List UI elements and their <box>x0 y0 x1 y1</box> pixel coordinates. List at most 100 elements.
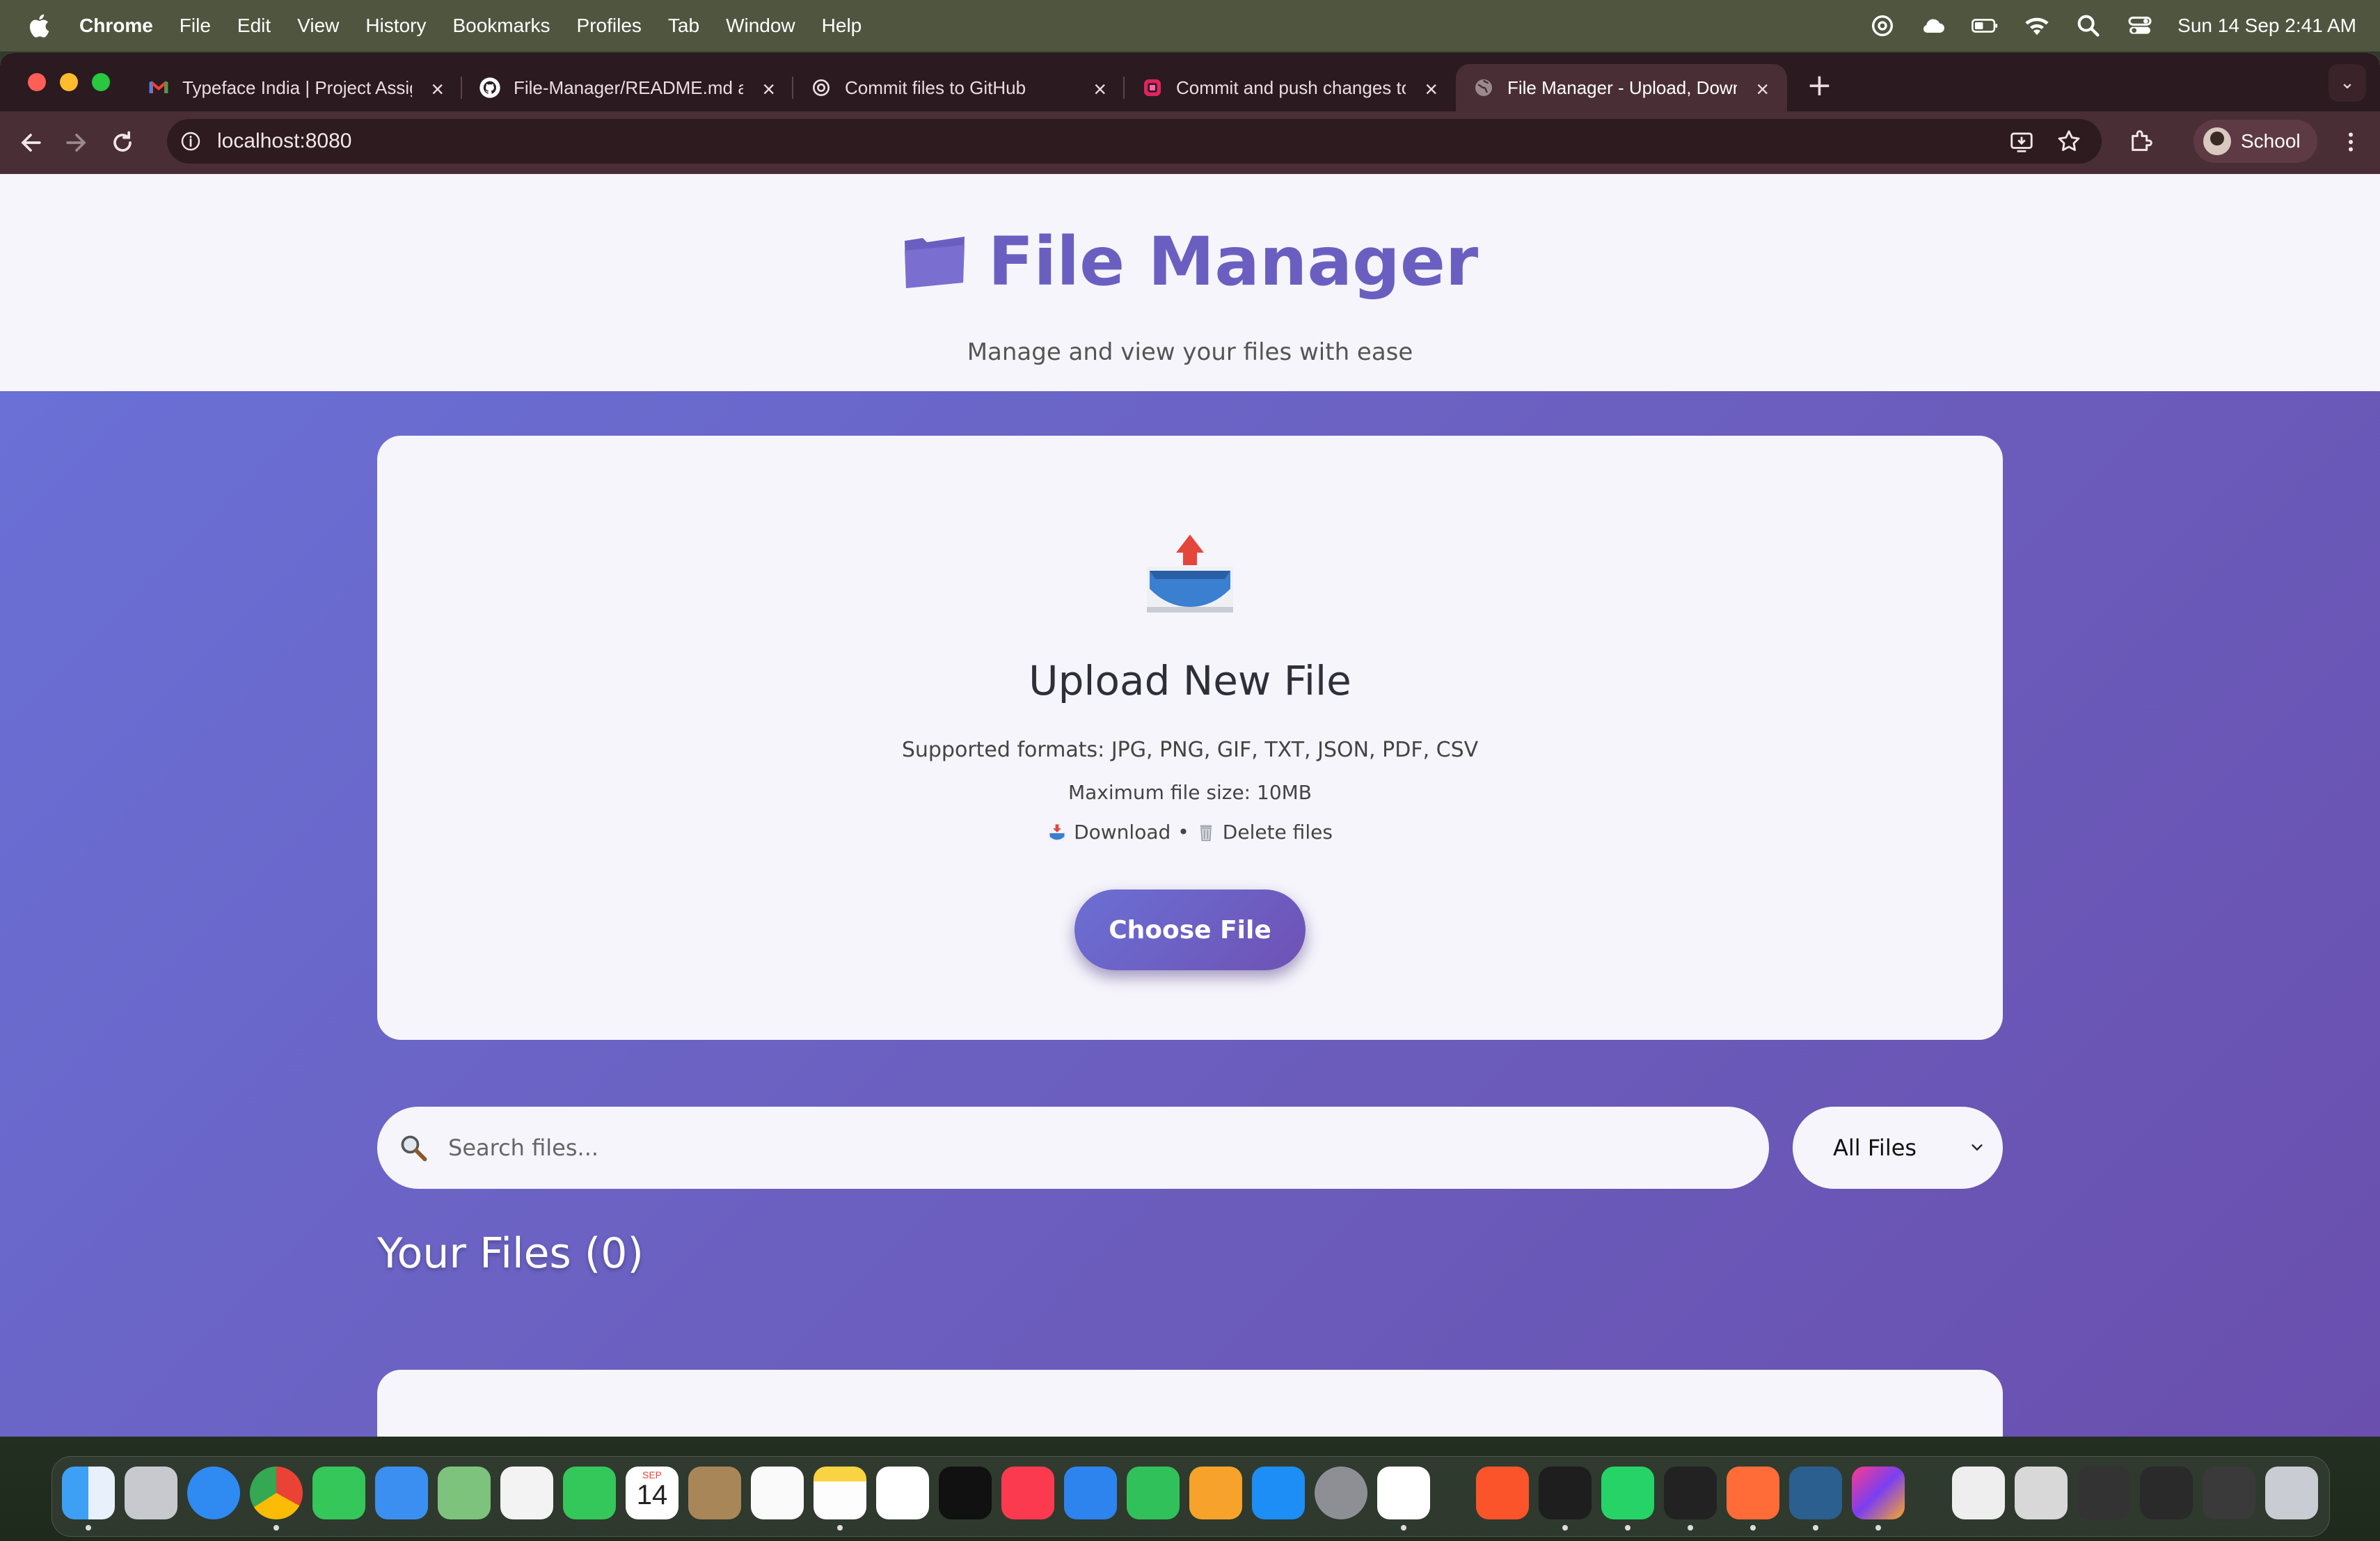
tab-github-readme[interactable]: File-Manager/README.md at × <box>462 64 793 111</box>
forward-icon[interactable] <box>61 127 92 158</box>
zoom-window-button[interactable] <box>92 73 110 91</box>
tab-close-icon[interactable]: × <box>1093 77 1106 102</box>
dock-numbers-icon[interactable] <box>1127 1467 1180 1519</box>
running-indicator <box>1401 1525 1406 1531</box>
chatgpt-status-icon[interactable] <box>1869 12 1896 40</box>
address-url[interactable]: localhost:8080 <box>217 129 351 153</box>
dock-safari-icon[interactable] <box>187 1467 240 1519</box>
tab-typeface[interactable]: Typeface India | Project Assig × <box>131 64 462 111</box>
dock-whatsapp-icon[interactable] <box>1601 1467 1654 1519</box>
extensions-puzzle-icon[interactable] <box>2128 127 2156 155</box>
spotlight-search-icon[interactable] <box>2074 12 2102 40</box>
dock-window-thumbnail-icon[interactable] <box>2015 1467 2068 1519</box>
search-input[interactable] <box>447 1134 1702 1162</box>
trash-icon <box>1200 825 1212 841</box>
dock-photos-icon[interactable] <box>500 1467 553 1519</box>
dock-window-thumbnail-icon[interactable] <box>2203 1467 2255 1519</box>
bookmark-star-icon[interactable] <box>2056 128 2082 155</box>
menu-bookmarks[interactable]: Bookmarks <box>452 15 550 37</box>
search-bar[interactable] <box>377 1107 1769 1189</box>
back-icon[interactable] <box>15 127 46 158</box>
dock-brave-icon[interactable] <box>1476 1467 1529 1519</box>
dock-chatgpt-icon[interactable] <box>1377 1467 1430 1519</box>
menu-profiles[interactable]: Profiles <box>577 15 642 37</box>
dock-mysql-workbench-icon[interactable] <box>1789 1467 1842 1519</box>
install-app-icon[interactable] <box>2008 128 2035 155</box>
dock-window-thumbnail-icon[interactable] <box>2077 1467 2130 1519</box>
menu-view[interactable]: View <box>297 15 339 37</box>
tab-close-icon[interactable]: × <box>431 77 444 102</box>
files-heading: Your Files (0) <box>377 1229 644 1278</box>
menu-app-name[interactable]: Chrome <box>79 15 153 37</box>
tab-title: Typeface India | Project Assig <box>182 77 412 98</box>
dock-launchpad-icon[interactable] <box>125 1467 177 1519</box>
menu-datetime[interactable]: Sun 14 Sep 2:41 AM <box>2177 15 2356 37</box>
dock-system-settings-icon[interactable] <box>1315 1467 1367 1519</box>
dock-contacts-icon[interactable] <box>688 1467 741 1519</box>
dock-intellij-icon[interactable] <box>1852 1467 1905 1519</box>
dock-keynote-icon[interactable] <box>1064 1467 1117 1519</box>
chrome-menu-icon[interactable] <box>2338 128 2363 156</box>
dock-chrome-icon[interactable] <box>250 1467 303 1519</box>
tab-commit-files[interactable]: Commit files to GitHub × <box>793 64 1125 111</box>
dock-terminal-icon[interactable] <box>1539 1467 1592 1519</box>
cloud-icon[interactable] <box>1920 12 1948 40</box>
wifi-icon[interactable] <box>2023 12 2051 40</box>
upload-title: Upload New File <box>1029 657 1351 704</box>
dock-finder-icon[interactable] <box>62 1467 115 1519</box>
menu-window[interactable]: Window <box>726 15 795 37</box>
dock-postman-icon[interactable] <box>1727 1467 1779 1519</box>
max-file-size: Maximum file size: 10MB <box>1068 781 1312 804</box>
tab-commit-push[interactable]: Commit and push changes to × <box>1125 64 1456 111</box>
running-indicator <box>273 1525 279 1531</box>
minimize-window-button[interactable] <box>60 73 78 91</box>
tab-file-manager[interactable]: File Manager - Upload, Downl × <box>1456 64 1787 111</box>
dock-document-icon[interactable] <box>1952 1467 2005 1519</box>
apple-icon[interactable] <box>26 12 54 40</box>
dock-facetime-icon[interactable] <box>563 1467 616 1519</box>
calendar-day: 14 <box>636 1480 668 1510</box>
battery-icon[interactable] <box>1972 12 1999 40</box>
tab-close-icon[interactable]: × <box>1425 77 1438 102</box>
tab-title: Commit and push changes to <box>1176 77 1406 98</box>
file-type-filter-select[interactable]: All Files <box>1793 1107 2003 1189</box>
address-bar[interactable]: localhost:8080 <box>167 119 2102 164</box>
running-indicator <box>1562 1525 1568 1531</box>
dock-music-icon[interactable] <box>1001 1467 1054 1519</box>
page-subtitle: Manage and view your files with ease <box>967 338 1413 366</box>
running-indicator <box>1625 1525 1631 1531</box>
dock-notes-icon[interactable] <box>814 1467 866 1519</box>
profile-button[interactable]: School <box>2193 120 2317 163</box>
dock-calendar-icon[interactable]: SEP 14 <box>626 1467 679 1519</box>
menu-bar: Chrome File Edit View History Bookmarks … <box>0 0 2380 52</box>
tab-search-button[interactable]: ⌄ <box>2329 64 2366 102</box>
choose-file-button[interactable]: Choose File <box>1074 890 1306 970</box>
dock-maps-icon[interactable] <box>438 1467 491 1519</box>
dock-pages-icon[interactable] <box>1189 1467 1242 1519</box>
upload-card[interactable]: Upload New File Supported formats: JPG, … <box>377 436 2003 1040</box>
dock-tv-icon[interactable] <box>939 1467 992 1519</box>
menu-file[interactable]: File <box>180 15 211 37</box>
menu-history[interactable]: History <box>365 15 426 37</box>
site-info-icon[interactable] <box>180 130 202 152</box>
control-center-icon[interactable] <box>2126 12 2154 40</box>
dock-messages-icon[interactable] <box>312 1467 365 1519</box>
dock-trash-icon[interactable] <box>2265 1467 2318 1519</box>
dock-freeform-icon[interactable] <box>876 1467 929 1519</box>
menu-edit[interactable]: Edit <box>237 15 271 37</box>
brand: File Manager <box>0 223 2380 301</box>
menu-tab[interactable]: Tab <box>668 15 699 37</box>
dock-mail-icon[interactable] <box>375 1467 428 1519</box>
browser-toolbar: localhost:8080 School <box>0 111 2380 174</box>
menu-help[interactable]: Help <box>822 15 862 37</box>
dock-window-thumbnail-icon[interactable] <box>2140 1467 2193 1519</box>
dock-reminders-icon[interactable] <box>751 1467 804 1519</box>
close-window-button[interactable] <box>28 73 46 91</box>
dock-app-store-icon[interactable] <box>1252 1467 1305 1519</box>
running-indicator <box>1750 1525 1756 1531</box>
dock-cursor-icon[interactable] <box>1664 1467 1717 1519</box>
reload-icon[interactable] <box>107 127 138 158</box>
tab-close-icon[interactable]: × <box>762 77 775 102</box>
tab-close-icon[interactable]: × <box>1756 77 1769 102</box>
new-tab-button[interactable]: + <box>1807 68 1832 103</box>
